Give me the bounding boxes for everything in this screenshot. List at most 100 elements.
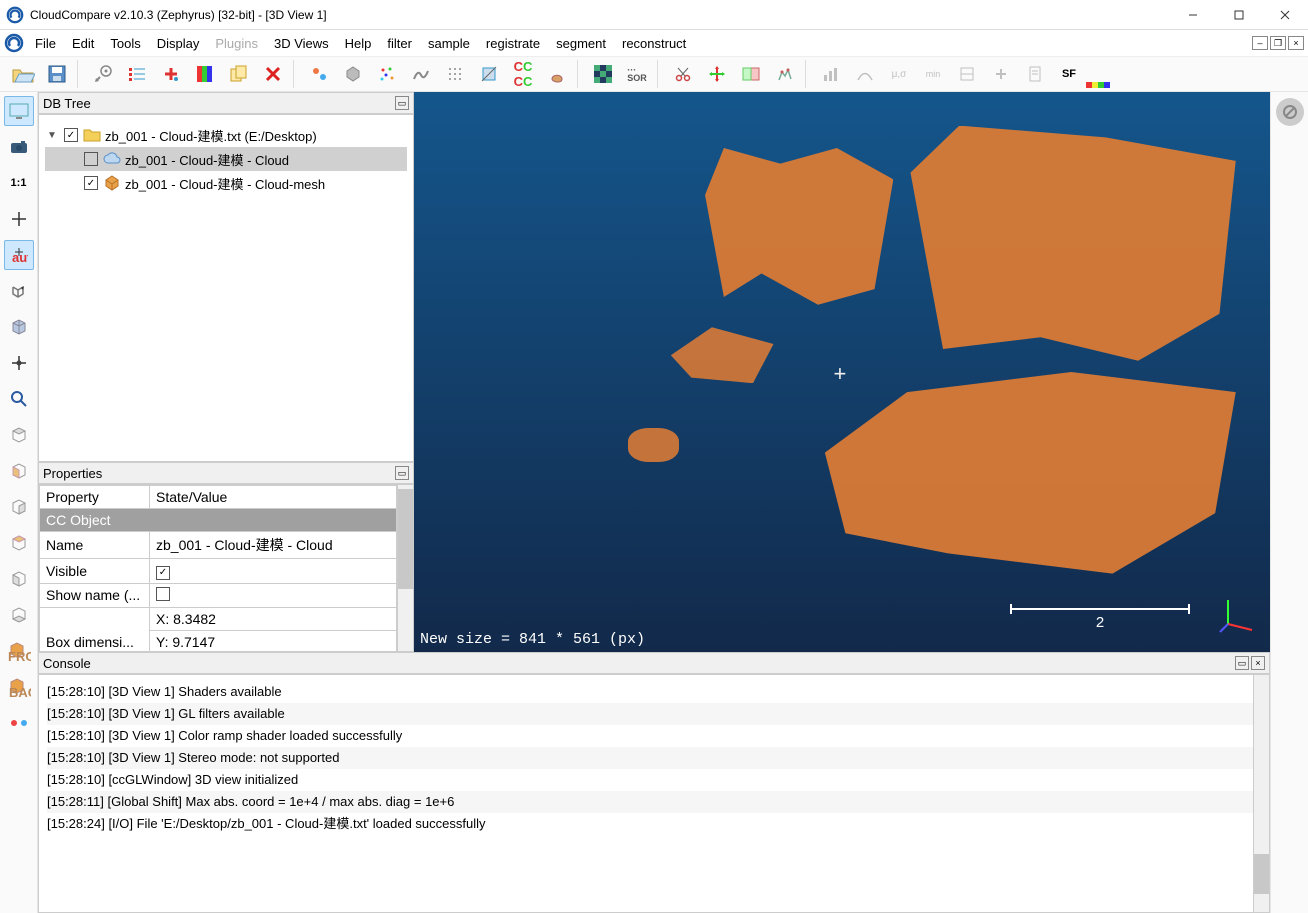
checker-button[interactable] [587, 60, 619, 88]
sf-label-button[interactable]: SF [1053, 60, 1085, 88]
save-button[interactable] [41, 60, 73, 88]
sor-button[interactable]: ···SOR [621, 60, 653, 88]
undock-icon[interactable]: ▭ [1235, 656, 1249, 670]
console-line: [15:28:10] [3D View 1] Color ramp shader… [47, 725, 1261, 747]
delete-button[interactable] [257, 60, 289, 88]
sf-plus-button[interactable] [985, 60, 1017, 88]
3d-view[interactable]: + New size = 841 * 561 (px) 2 [414, 92, 1270, 652]
plugin-c-button[interactable] [371, 60, 403, 88]
back-box-button[interactable]: BACK [4, 672, 34, 702]
menu-3dviews[interactable]: 3D Views [266, 33, 337, 54]
list-button[interactable] [121, 60, 153, 88]
console-line: [15:28:10] [3D View 1] Shaders available [47, 681, 1261, 703]
root-checkbox[interactable]: ✓ [64, 128, 78, 142]
range-button[interactable] [951, 60, 983, 88]
move-button[interactable] [4, 348, 34, 378]
cloud-icon [103, 151, 121, 167]
properties-header[interactable]: Properties ▭ [38, 462, 414, 484]
menu-edit[interactable]: Edit [64, 33, 102, 54]
curve-button[interactable] [849, 60, 881, 88]
camera-button[interactable] [4, 132, 34, 162]
zoom-button[interactable] [4, 384, 34, 414]
view-right-button[interactable] [4, 564, 34, 594]
colors-button[interactable] [4, 708, 34, 738]
tree-cloud-label: zb_001 - Cloud-建模 - Cloud [125, 150, 289, 169]
mu-sigma-button[interactable]: μ,σ [883, 60, 915, 88]
view-status: New size = 841 * 561 (px) [420, 631, 645, 648]
minimize-button[interactable] [1170, 0, 1216, 30]
console-panel: [15:28:10] [3D View 1] Shaders available… [38, 674, 1270, 913]
view-screen-button[interactable] [4, 96, 34, 126]
main-toolbar: CCCC ···SOR μ,σ min SF [0, 56, 1308, 92]
rainbow-cube-button[interactable] [189, 60, 221, 88]
point-plus-button[interactable] [155, 60, 187, 88]
plugin-b-button[interactable] [337, 60, 369, 88]
primitive-button[interactable] [541, 60, 573, 88]
forbidden-icon [1282, 104, 1298, 120]
view-left-button[interactable] [4, 492, 34, 522]
menu-tools[interactable]: Tools [102, 33, 148, 54]
console-line: [15:28:10] [3D View 1] Stereo mode: not … [47, 747, 1261, 769]
menu-sample[interactable]: sample [420, 33, 478, 54]
cc-compare-button[interactable]: CCCC [507, 60, 539, 88]
close-button[interactable] [1262, 0, 1308, 30]
menu-file[interactable]: File [27, 33, 64, 54]
app-small-icon [4, 33, 24, 53]
menu-filter[interactable]: filter [379, 33, 420, 54]
console-header[interactable]: Console ▭ × [38, 652, 1270, 674]
scissors-button[interactable] [667, 60, 699, 88]
mdi-restore-icon[interactable]: ❐ [1270, 36, 1286, 50]
visible-checkbox[interactable]: ✓ [156, 566, 170, 580]
menu-help[interactable]: Help [337, 33, 380, 54]
shaded-cube-button[interactable] [4, 312, 34, 342]
menu-plugins[interactable]: Plugins [207, 33, 266, 54]
tree-cloud[interactable]: zb_001 - Cloud-建模 - Cloud [45, 147, 407, 171]
mdi-close-icon[interactable]: × [1288, 36, 1304, 50]
center-button[interactable] [4, 204, 34, 234]
histogram-button[interactable] [815, 60, 847, 88]
tree-mesh[interactable]: ✓ zb_001 - Cloud-建模 - Cloud-mesh [45, 171, 407, 195]
view-top-button[interactable] [4, 420, 34, 450]
prop-col-value: State/Value [150, 486, 397, 509]
menu-display[interactable]: Display [149, 33, 208, 54]
svg-text:BACK: BACK [9, 685, 31, 698]
console-line: [15:28:10] [3D View 1] GL filters availa… [47, 703, 1261, 725]
auto-pick-center-button[interactable]: auto [4, 240, 34, 270]
range-min-button[interactable]: min [917, 60, 949, 88]
plugin-d-button[interactable] [405, 60, 437, 88]
trace-button[interactable] [769, 60, 801, 88]
open-button[interactable] [7, 60, 39, 88]
undock-icon[interactable]: ▭ [395, 466, 409, 480]
iso-view-button[interactable] [4, 276, 34, 306]
view-front-button[interactable] [4, 456, 34, 486]
subsample-button[interactable] [439, 60, 471, 88]
menu-registrate[interactable]: registrate [478, 33, 548, 54]
translate-button[interactable] [701, 60, 733, 88]
sf-export-button[interactable] [1019, 60, 1051, 88]
folder-icon [83, 127, 101, 143]
menu-segment[interactable]: segment [548, 33, 614, 54]
section-button[interactable] [735, 60, 767, 88]
titlebar: CloudCompare v2.10.3 (Zephyrus) [32-bit]… [0, 0, 1308, 30]
view-bottom-button[interactable] [4, 600, 34, 630]
showname-checkbox[interactable] [156, 587, 170, 601]
tree-root[interactable]: ▼ ✓ zb_001 - Cloud-建模.txt (E:/Desktop) [45, 123, 407, 147]
lock-button[interactable] [1276, 98, 1304, 126]
console-scrollbar[interactable] [1253, 675, 1269, 912]
one-to-one-button[interactable]: 1:1 [4, 168, 34, 198]
pick-rotation-center-button[interactable] [87, 60, 119, 88]
clone-button[interactable] [223, 60, 255, 88]
maximize-button[interactable] [1216, 0, 1262, 30]
dbtree-header[interactable]: DB Tree ▭ [38, 92, 414, 114]
properties-scrollbar[interactable] [397, 485, 413, 651]
mesh-checkbox[interactable]: ✓ [84, 176, 98, 190]
mdi-minimize-icon[interactable]: – [1252, 36, 1268, 50]
cross-section-button[interactable] [473, 60, 505, 88]
menu-reconstruct[interactable]: reconstruct [614, 33, 694, 54]
close-panel-icon[interactable]: × [1251, 656, 1265, 670]
cloud-checkbox[interactable] [84, 152, 98, 166]
view-back-button[interactable] [4, 528, 34, 558]
front-box-button[interactable]: FRONT [4, 636, 34, 666]
plugin-a-button[interactable] [303, 60, 335, 88]
undock-icon[interactable]: ▭ [395, 96, 409, 110]
